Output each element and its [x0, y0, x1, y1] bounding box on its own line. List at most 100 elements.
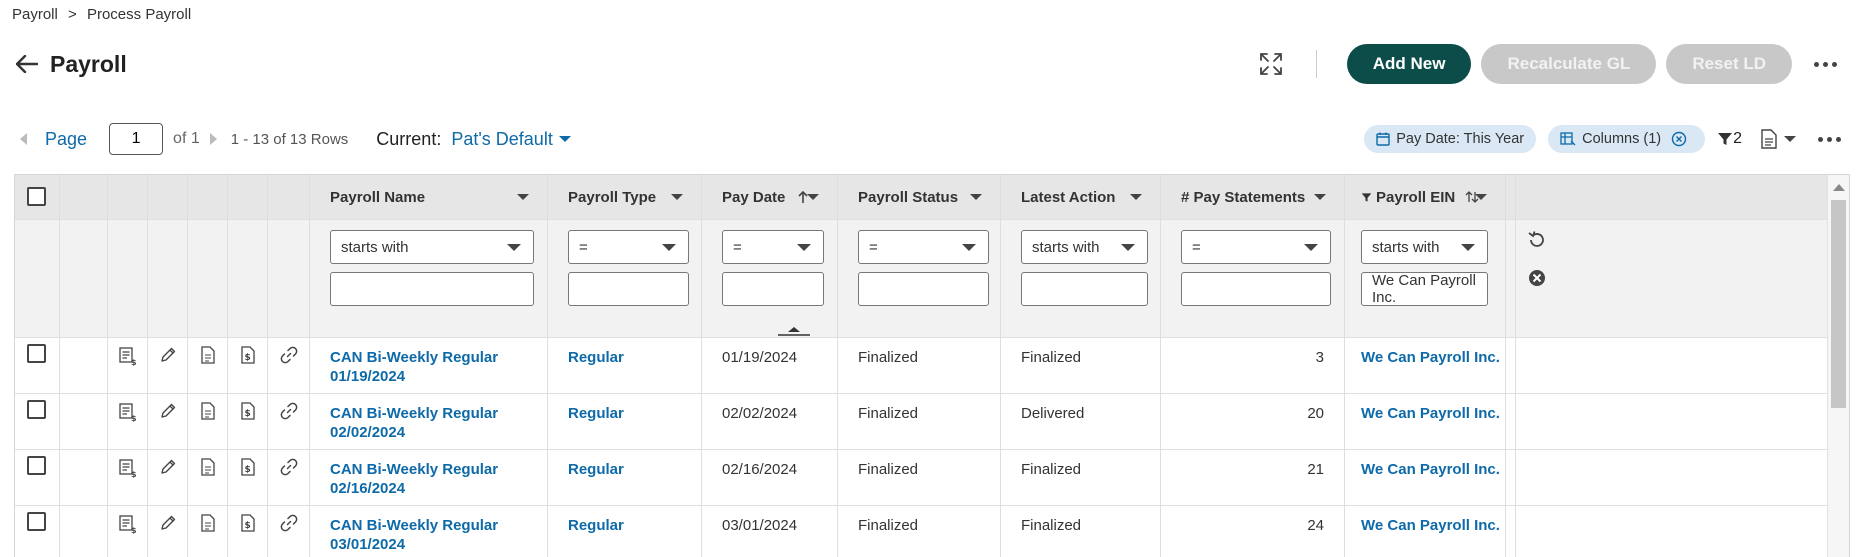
payroll-name-date[interactable]: 02/16/2024: [330, 479, 547, 498]
payroll-ein-cell[interactable]: We Can Payroll Inc.: [1345, 506, 1506, 557]
table-row[interactable]: $ $ CAN Bi-Weekly Regular 02/02/2024 Reg…: [15, 394, 1849, 450]
scroll-up-icon[interactable]: [1833, 184, 1845, 191]
payroll-status-filter-input[interactable]: [858, 272, 989, 306]
add-new-button[interactable]: Add New: [1346, 44, 1472, 84]
current-view-dropdown[interactable]: Pat's Default: [451, 129, 571, 150]
column-header-pay-date[interactable]: Pay Date: [702, 175, 838, 219]
edit-pencil-icon[interactable]: [148, 394, 188, 449]
document-icon[interactable]: [188, 394, 228, 449]
filter-count-button[interactable]: 2: [1717, 130, 1742, 148]
payroll-ein-link[interactable]: We Can Payroll Inc.: [1361, 461, 1500, 478]
previous-page-icon[interactable]: [20, 133, 27, 145]
table-row[interactable]: $ $ CAN Bi-Weekly Regular 03/01/2024 Reg…: [15, 506, 1849, 557]
export-menu[interactable]: [1760, 129, 1796, 149]
latest-action-operator-select[interactable]: starts with: [1021, 230, 1148, 264]
more-dots-icon[interactable]: [1810, 49, 1840, 79]
payroll-type-link[interactable]: Regular: [568, 349, 624, 366]
clear-circle-icon[interactable]: [1671, 131, 1687, 147]
payroll-type-cell[interactable]: Regular: [548, 338, 702, 393]
payroll-type-filter-input[interactable]: [568, 272, 689, 306]
page-number-input[interactable]: [109, 123, 164, 155]
row-checkbox[interactable]: [27, 344, 46, 363]
link-icon[interactable]: [268, 394, 310, 449]
payroll-ein-cell[interactable]: We Can Payroll Inc.: [1345, 450, 1506, 505]
payroll-ein-cell[interactable]: We Can Payroll Inc.: [1345, 394, 1506, 449]
recalculate-gl-button[interactable]: Recalculate GL: [1481, 44, 1657, 84]
payroll-ein-link[interactable]: We Can Payroll Inc.: [1361, 349, 1500, 366]
row-checkbox[interactable]: [27, 456, 46, 475]
payroll-name-link[interactable]: CAN Bi-Weekly Regular: [330, 516, 547, 535]
edit-pencil-icon[interactable]: [148, 338, 188, 393]
payroll-name-operator-select[interactable]: starts with: [330, 230, 534, 264]
select-all-checkbox[interactable]: [27, 187, 46, 206]
arrow-left-icon[interactable]: [12, 49, 42, 79]
document-icon[interactable]: [188, 506, 228, 557]
payroll-name-cell[interactable]: CAN Bi-Weekly Regular 01/19/2024: [310, 338, 548, 393]
payroll-type-cell[interactable]: Regular: [548, 394, 702, 449]
latest-action-filter-input[interactable]: [1021, 272, 1148, 306]
payroll-ein-operator-select[interactable]: starts with: [1361, 230, 1488, 264]
payroll-type-link[interactable]: Regular: [568, 461, 624, 478]
payroll-type-link[interactable]: Regular: [568, 405, 624, 422]
document-icon[interactable]: [188, 338, 228, 393]
row-checkbox[interactable]: [27, 400, 46, 419]
table-row[interactable]: $ $ CAN Bi-Weekly Regular 02/16/2024 Reg…: [15, 450, 1849, 506]
link-icon[interactable]: [268, 338, 310, 393]
payroll-type-cell[interactable]: Regular: [548, 450, 702, 505]
column-header-payroll-status[interactable]: Payroll Status: [838, 175, 1001, 219]
column-header-payroll-type[interactable]: Payroll Type: [548, 175, 702, 219]
payroll-name-date[interactable]: 01/19/2024: [330, 367, 547, 386]
payroll-statement-icon[interactable]: $: [108, 450, 148, 505]
payroll-statement-icon[interactable]: $: [108, 394, 148, 449]
expand-icon[interactable]: [1256, 49, 1286, 79]
dollar-document-icon[interactable]: $: [228, 338, 268, 393]
payroll-name-link[interactable]: CAN Bi-Weekly Regular: [330, 348, 547, 367]
reset-ld-button[interactable]: Reset LD: [1666, 44, 1792, 84]
clear-filters-icon[interactable]: [1527, 268, 1547, 293]
payroll-statement-icon[interactable]: $: [108, 338, 148, 393]
collapse-filter-icon[interactable]: [776, 326, 812, 336]
payroll-name-link[interactable]: CAN Bi-Weekly Regular: [330, 460, 547, 479]
pay-date-filter-input[interactable]: [722, 272, 824, 306]
payroll-name-cell[interactable]: CAN Bi-Weekly Regular 02/02/2024: [310, 394, 548, 449]
payroll-status-operator-select[interactable]: =: [858, 230, 989, 264]
edit-pencil-icon[interactable]: [148, 450, 188, 505]
payroll-name-cell[interactable]: CAN Bi-Weekly Regular 02/16/2024: [310, 450, 548, 505]
payroll-statement-icon[interactable]: $: [108, 506, 148, 557]
payroll-type-cell[interactable]: Regular: [548, 506, 702, 557]
scrollbar-thumb[interactable]: [1831, 200, 1846, 408]
payroll-ein-link[interactable]: We Can Payroll Inc.: [1361, 405, 1500, 422]
dollar-document-icon[interactable]: $: [228, 394, 268, 449]
payroll-ein-link[interactable]: We Can Payroll Inc.: [1361, 517, 1500, 534]
link-icon[interactable]: [268, 450, 310, 505]
pay-date-operator-select[interactable]: =: [722, 230, 824, 264]
payroll-ein-cell[interactable]: We Can Payroll Inc.: [1345, 338, 1506, 393]
payroll-ein-filter-input[interactable]: We Can Payroll Inc.: [1361, 272, 1488, 306]
pay-statements-filter-input[interactable]: [1181, 272, 1331, 306]
dollar-document-icon[interactable]: $: [228, 450, 268, 505]
vertical-scrollbar[interactable]: [1827, 175, 1849, 557]
payroll-type-link[interactable]: Regular: [568, 517, 624, 534]
column-header-payroll-ein[interactable]: Payroll EIN: [1345, 175, 1506, 219]
document-icon[interactable]: [188, 450, 228, 505]
edit-pencil-icon[interactable]: [148, 506, 188, 557]
row-checkbox[interactable]: [27, 512, 46, 531]
pay-date-filter-chip[interactable]: Pay Date: This Year: [1364, 125, 1537, 153]
column-header-latest-action[interactable]: Latest Action: [1001, 175, 1161, 219]
payroll-name-date[interactable]: 03/01/2024: [330, 535, 547, 554]
dollar-document-icon[interactable]: $: [228, 506, 268, 557]
column-header-pay-statements[interactable]: # Pay Statements: [1161, 175, 1345, 219]
payroll-type-operator-select[interactable]: =: [568, 230, 689, 264]
table-row[interactable]: $ $ CAN Bi-Weekly Regular 01/19/2024 Reg…: [15, 338, 1849, 394]
payroll-name-filter-input[interactable]: [330, 272, 534, 306]
more-dots-icon[interactable]: [1814, 124, 1844, 154]
pay-statements-operator-select[interactable]: =: [1181, 230, 1331, 264]
payroll-name-link[interactable]: CAN Bi-Weekly Regular: [330, 404, 547, 423]
payroll-name-date[interactable]: 02/02/2024: [330, 423, 547, 442]
undo-icon[interactable]: [1527, 230, 1547, 255]
breadcrumb-root[interactable]: Payroll: [12, 6, 58, 23]
columns-chip[interactable]: Columns (1): [1548, 125, 1706, 153]
next-page-icon[interactable]: [209, 133, 217, 145]
payroll-name-cell[interactable]: CAN Bi-Weekly Regular 03/01/2024: [310, 506, 548, 557]
column-header-payroll-name[interactable]: Payroll Name: [310, 175, 548, 219]
